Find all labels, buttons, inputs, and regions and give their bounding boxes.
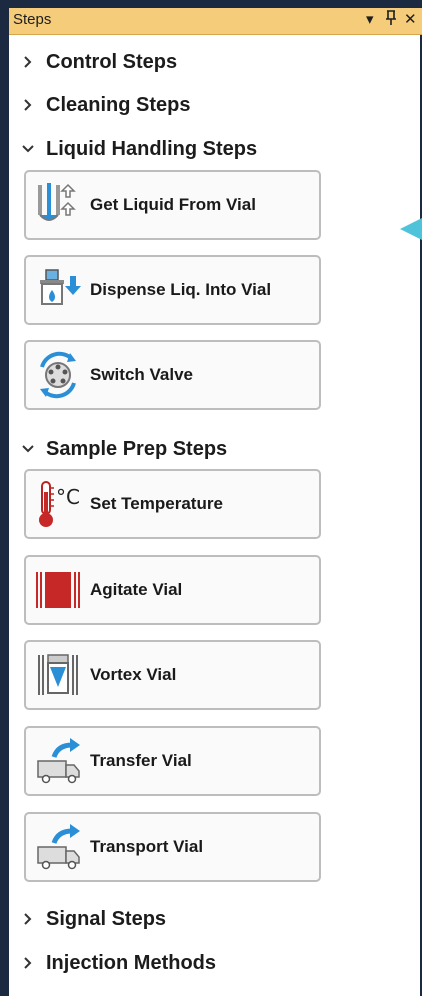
- step-label: Agitate Vial: [90, 580, 183, 599]
- section-liquid-handling-steps[interactable]: Liquid Handling Steps: [18, 134, 257, 164]
- section-injection-methods[interactable]: Injection Methods: [18, 948, 216, 978]
- step-label: Transport Vial: [90, 837, 204, 856]
- dropdown-triangle-icon[interactable]: ▾: [366, 10, 374, 28]
- thermometer-icon: °C: [30, 476, 86, 532]
- chevron-right-icon: [18, 52, 38, 72]
- step-label: Set Temperature: [90, 494, 223, 513]
- chevron-down-icon: [18, 139, 38, 159]
- step-transport-vial[interactable]: Transport Vial: [24, 812, 321, 882]
- chevron-right-icon: [18, 95, 38, 115]
- section-label: Sample Prep Steps: [46, 437, 228, 460]
- step-label: Get Liquid From Vial: [90, 195, 256, 214]
- agitate-icon: [30, 562, 86, 618]
- step-get-liquid-from-vial[interactable]: Get Liquid From Vial: [24, 170, 321, 240]
- pin-icon[interactable]: [385, 10, 397, 30]
- section-label: Signal Steps: [46, 907, 167, 930]
- chevron-right-icon: [18, 909, 38, 929]
- dispense-liquid-icon: [30, 262, 86, 318]
- step-vortex-vial[interactable]: Vortex Vial: [24, 640, 321, 710]
- section-signal-steps[interactable]: Signal Steps: [18, 904, 166, 934]
- window-frame-left: [0, 0, 9, 996]
- section-cleaning-steps[interactable]: Cleaning Steps: [18, 90, 190, 120]
- step-set-temperature[interactable]: °C Set Temperature: [24, 469, 321, 539]
- section-sample-prep-steps[interactable]: Sample Prep Steps: [18, 434, 227, 464]
- truck-transfer-icon: [30, 733, 86, 789]
- step-agitate-vial[interactable]: Agitate Vial: [24, 555, 321, 625]
- chevron-down-icon: [18, 439, 38, 459]
- step-label: Switch Valve: [90, 365, 193, 384]
- step-label: Transfer Vial: [90, 751, 192, 770]
- close-icon[interactable]: ✕: [404, 10, 417, 28]
- panel-title: Steps: [13, 11, 52, 28]
- get-liquid-icon: [30, 177, 86, 233]
- step-label: Vortex Vial: [90, 665, 177, 684]
- section-label: Injection Methods: [46, 951, 216, 974]
- chevron-right-icon: [18, 953, 38, 973]
- step-dispense-liq-into-vial[interactable]: Dispense Liq. Into Vial: [24, 255, 321, 325]
- section-label: Control Steps: [46, 50, 178, 73]
- panel-titlebar: Steps ▾ ✕: [9, 8, 422, 35]
- section-label: Cleaning Steps: [46, 93, 191, 116]
- step-label: Dispense Liq. Into Vial: [90, 280, 272, 299]
- step-switch-valve[interactable]: Switch Valve: [24, 340, 321, 410]
- switch-valve-icon: [30, 347, 86, 403]
- vortex-icon: [30, 647, 86, 703]
- section-label: Liquid Handling Steps: [46, 137, 258, 160]
- section-control-steps[interactable]: Control Steps: [18, 47, 177, 77]
- truck-transport-icon: [30, 819, 86, 875]
- step-transfer-vial[interactable]: Transfer Vial: [24, 726, 321, 796]
- svg-text:°C: °C: [56, 485, 80, 509]
- drag-pointer-icon: [400, 218, 422, 240]
- window-frame-top: [0, 0, 422, 8]
